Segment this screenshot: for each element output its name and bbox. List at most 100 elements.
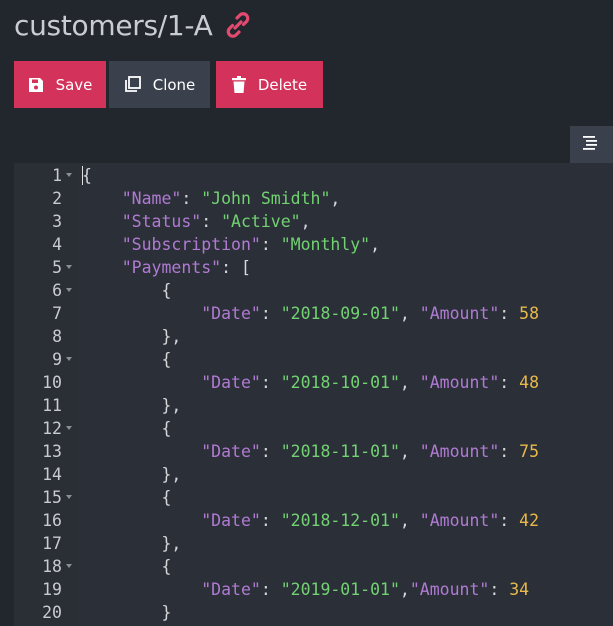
fold-arrow-icon[interactable] xyxy=(66,173,72,177)
line-number: 18 xyxy=(42,557,62,576)
code-token: 48 xyxy=(519,373,540,392)
code-token: "Monthly" xyxy=(280,235,371,254)
code-line[interactable]: 10 "Date": "2018-10-01", "Amount": 48 xyxy=(14,371,613,394)
fold-arrow-icon[interactable] xyxy=(66,288,72,292)
code-token: : xyxy=(260,511,281,530)
line-number: 7 xyxy=(52,304,62,323)
code-line[interactable]: 19 "Date": "2019-01-01","Amount": 34 xyxy=(14,578,613,601)
code-token: "2018-10-01" xyxy=(280,373,400,392)
code-text: "Payments": [ xyxy=(82,256,251,279)
code-line[interactable]: 14 }, xyxy=(14,463,613,486)
code-text: { xyxy=(82,486,171,509)
fold-arrow-icon[interactable] xyxy=(66,564,72,568)
code-token: , xyxy=(370,235,381,254)
code-token: : xyxy=(499,442,520,461)
line-number: 13 xyxy=(42,442,62,461)
fold-arrow-icon[interactable] xyxy=(66,426,72,430)
code-token: , xyxy=(330,189,341,208)
code-text: }, xyxy=(82,394,181,417)
line-number: 3 xyxy=(52,212,62,231)
code-token: "Date" xyxy=(201,304,261,323)
code-token: 42 xyxy=(519,511,540,530)
fold-arrow-icon[interactable] xyxy=(66,357,72,361)
code-token: : xyxy=(260,235,281,254)
delete-button[interactable]: Delete xyxy=(216,61,323,108)
code-token: "Date" xyxy=(201,442,261,461)
code-text: { xyxy=(82,164,92,187)
json-editor[interactable]: 1{2 "Name": "John Smidth", 3 "Status": "A… xyxy=(14,163,613,626)
code-token: "Amount" xyxy=(419,304,500,323)
format-button[interactable] xyxy=(570,126,613,164)
line-number: 9 xyxy=(52,350,62,369)
code-token: 75 xyxy=(519,442,540,461)
code-token: "2019-01-01" xyxy=(280,580,400,599)
code-text: { xyxy=(82,417,171,440)
code-token: "2018-12-01" xyxy=(280,511,400,530)
save-button[interactable]: Save xyxy=(14,61,106,108)
line-number: 5 xyxy=(52,258,62,277)
code-token: "Amount" xyxy=(419,373,500,392)
code-text: } xyxy=(82,601,171,624)
code-line[interactable]: 5 "Payments": [ xyxy=(14,256,613,279)
code-line[interactable]: 7 "Date": "2018-09-01", "Amount": 58 xyxy=(14,302,613,325)
code-token: : xyxy=(499,304,520,323)
clone-icon xyxy=(124,76,141,93)
code-token: } xyxy=(82,603,172,622)
code-text: { xyxy=(82,555,171,578)
code-token: }, xyxy=(82,534,182,553)
code-line[interactable]: 11 }, xyxy=(14,394,613,417)
code-line[interactable]: 17 }, xyxy=(14,532,613,555)
code-token: : xyxy=(201,212,222,231)
code-line[interactable]: 1{ xyxy=(14,164,613,187)
line-number: 11 xyxy=(42,396,62,415)
code-line[interactable]: 8 }, xyxy=(14,325,613,348)
code-line[interactable]: 16 "Date": "2018-12-01", "Amount": 42 xyxy=(14,509,613,532)
code-token: { xyxy=(82,166,92,185)
line-number: 8 xyxy=(52,327,62,346)
code-line[interactable]: 9 { xyxy=(14,348,613,371)
code-line[interactable]: 20 } xyxy=(14,601,613,624)
code-token: }, xyxy=(82,327,182,346)
code-token: : xyxy=(260,373,281,392)
code-token: 34 xyxy=(509,580,530,599)
code-token: "Payments" xyxy=(121,258,222,277)
code-token: , xyxy=(399,442,420,461)
code-line[interactable]: 12 { xyxy=(14,417,613,440)
code-line[interactable]: 4 "Subscription": "Monthly", xyxy=(14,233,613,256)
code-text: }, xyxy=(82,532,181,555)
format-icon xyxy=(583,135,597,155)
code-token: }, xyxy=(82,465,182,484)
code-token: "Amount" xyxy=(419,442,500,461)
code-line[interactable]: 13 "Date": "2018-11-01", "Amount": 75 xyxy=(14,440,613,463)
code-token: "John Smidth" xyxy=(201,189,331,208)
code-line[interactable]: 2 "Name": "John Smidth", xyxy=(14,187,613,210)
code-token: "Subscription" xyxy=(121,235,261,254)
code-line[interactable]: 6 { xyxy=(14,279,613,302)
code-token: : xyxy=(499,511,520,530)
code-token: { xyxy=(82,557,172,576)
line-number: 1 xyxy=(52,166,62,185)
fold-arrow-icon[interactable] xyxy=(66,265,72,269)
code-line[interactable]: 15 { xyxy=(14,486,613,509)
link-icon[interactable] xyxy=(222,9,254,41)
code-line[interactable]: 3 "Status": "Active", xyxy=(14,210,613,233)
trash-icon xyxy=(231,76,246,93)
code-token: { xyxy=(82,350,172,369)
code-text: { xyxy=(82,348,171,371)
fold-arrow-icon[interactable] xyxy=(66,495,72,499)
code-token: "Date" xyxy=(201,580,261,599)
code-text: "Date": "2018-10-01", "Amount": 48 xyxy=(82,371,539,394)
clone-label: Clone xyxy=(152,75,196,94)
code-token: { xyxy=(82,419,172,438)
clone-button[interactable]: Clone xyxy=(109,61,210,108)
code-line[interactable]: 18 { xyxy=(14,555,613,578)
text-cursor xyxy=(82,166,83,185)
code-token: , xyxy=(300,212,311,231)
code-token: }, xyxy=(82,396,182,415)
